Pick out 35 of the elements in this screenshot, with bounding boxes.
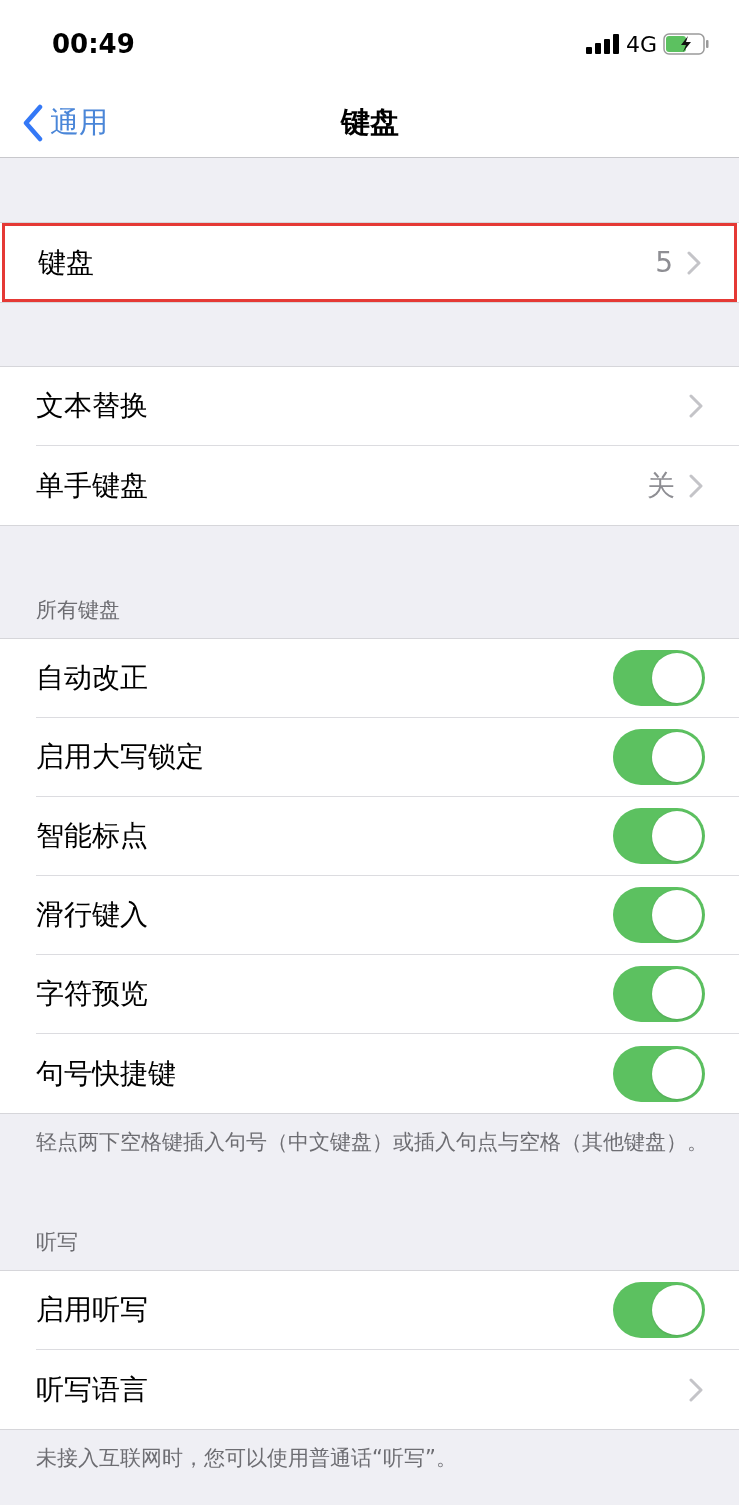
row-label: 听写语言 xyxy=(36,1371,149,1408)
row-label: 滑行键入 xyxy=(36,897,149,933)
section-footer: 未接入互联网时，您可以使用普通话“听写”。 xyxy=(36,1442,709,1474)
row-label: 文本替换 xyxy=(36,388,149,424)
page-title: 键盘 xyxy=(340,103,399,141)
toggle-switch[interactable] xyxy=(613,650,705,706)
section-footer: 轻点两下空格键插入句号（中文键盘）或插入句点与空格（其他键盘）。 xyxy=(36,1126,709,1158)
row-label: 智能标点 xyxy=(36,818,149,854)
section-header: 听写 xyxy=(36,1228,78,1256)
section-header: 所有键盘 xyxy=(36,596,120,624)
battery-charging-icon xyxy=(663,33,709,55)
toggle-switch[interactable] xyxy=(613,966,705,1022)
row-label: 自动改正 xyxy=(36,660,149,696)
toggle-switch[interactable] xyxy=(613,1282,705,1338)
chevron-icon xyxy=(689,473,703,498)
status-time: 00:49 xyxy=(52,27,135,61)
row-label: 启用大写锁定 xyxy=(36,739,205,775)
row-value: 5 xyxy=(655,244,673,281)
chevron-icon xyxy=(689,1377,703,1402)
toggle-switch[interactable] xyxy=(613,887,705,943)
toggle-switch[interactable] xyxy=(613,729,705,785)
row-value: 关 xyxy=(647,467,675,504)
back-button[interactable]: 通用 xyxy=(0,100,108,145)
chevron-icon xyxy=(689,394,703,418)
toggle-switch[interactable] xyxy=(613,808,705,864)
network-label: 4G xyxy=(625,30,657,59)
chevron-icon xyxy=(687,250,701,275)
settings-row[interactable]: 键盘 5 xyxy=(2,223,737,302)
row-label: 键盘 xyxy=(38,244,95,281)
row-label: 句号快捷键 xyxy=(36,1055,177,1092)
row-label: 字符预览 xyxy=(36,976,149,1012)
row-label: 单手键盘 xyxy=(36,467,149,504)
row-label: 启用听写 xyxy=(36,1292,149,1328)
signal-icon xyxy=(585,34,620,54)
back-chevron-icon xyxy=(22,103,44,142)
